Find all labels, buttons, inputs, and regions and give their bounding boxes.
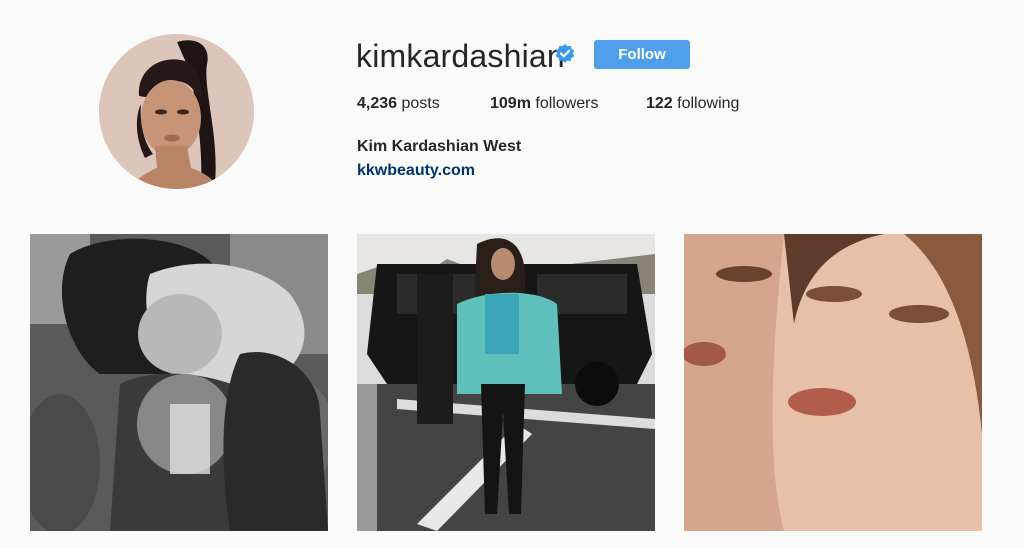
verified-badge-icon	[555, 44, 575, 64]
profile-avatar[interactable]	[99, 34, 254, 189]
following-stat[interactable]: 122 following	[646, 93, 739, 115]
posts-label: posts	[401, 95, 440, 112]
followers-stat[interactable]: 109m followers	[490, 93, 599, 115]
following-count: 122	[646, 95, 673, 112]
followers-count: 109m	[490, 95, 531, 112]
profile-website-link[interactable]: kkwbeauty.com	[357, 160, 475, 182]
post-thumbnail-2[interactable]	[357, 234, 655, 531]
follow-button[interactable]: Follow	[594, 40, 690, 69]
posts-stat: 4,236 posts	[357, 93, 440, 115]
following-label: following	[677, 95, 740, 112]
profile-full-name: Kim Kardashian West	[357, 138, 522, 155]
profile-username: kimkardashian	[356, 38, 565, 74]
followers-label: followers	[535, 95, 599, 112]
post-thumbnail-1[interactable]	[30, 234, 328, 531]
post-thumbnail-3[interactable]	[684, 234, 982, 531]
posts-count: 4,236	[357, 95, 398, 112]
